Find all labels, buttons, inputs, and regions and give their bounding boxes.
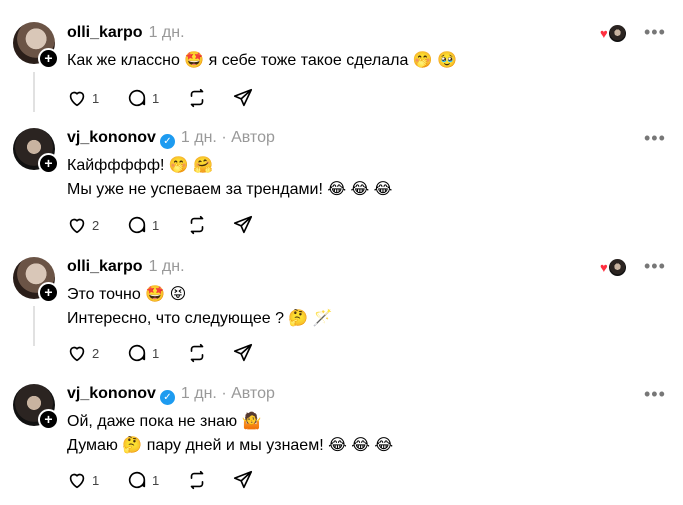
heart-icon <box>69 473 85 489</box>
post-actions: 2 1 <box>66 214 266 236</box>
author-label: · Автор <box>221 385 275 402</box>
thread-line <box>33 72 35 112</box>
repost-icon <box>190 343 204 363</box>
like-button[interactable]: 2 <box>66 342 99 364</box>
reply-button[interactable]: 1 <box>126 214 159 236</box>
username[interactable]: olli_karpo 1 дн. <box>67 24 185 42</box>
username-text[interactable]: vj_kononov <box>67 129 156 146</box>
heart-icon <box>69 91 85 107</box>
post-text-line: Интересно, что следующее ? 🤔 🪄 <box>67 310 333 327</box>
like-count: 1 <box>92 472 100 488</box>
share-button[interactable] <box>232 214 254 236</box>
follow-plus-icon[interactable]: + <box>38 282 59 303</box>
author-avatar-mini <box>608 24 627 43</box>
like-button[interactable]: 2 <box>66 214 99 236</box>
like-count: 1 <box>92 90 100 106</box>
reply-count: 1 <box>152 345 160 361</box>
author-avatar-mini <box>608 258 627 277</box>
repost-icon <box>190 88 204 108</box>
author-label: · Автор <box>221 129 275 146</box>
post-actions: 2 1 <box>66 342 266 364</box>
repost-icon <box>190 215 204 235</box>
comment-icon <box>128 89 146 107</box>
more-icon[interactable]: ••• <box>644 384 666 405</box>
more-icon[interactable]: ••• <box>644 22 666 43</box>
like-count: 2 <box>92 217 100 233</box>
reply-count: 1 <box>152 472 160 488</box>
repost-button[interactable] <box>186 87 208 109</box>
heart-icon: ♥ <box>600 260 608 275</box>
author-reaction: ♥ <box>600 24 627 43</box>
post-text-line: Кайффффф! 🤭 🤗 <box>67 157 214 174</box>
post-text-line: Думаю 🤔 пару дней и мы узнаем! 😂 😂 😂 <box>67 437 394 454</box>
heart-icon: ♥ <box>600 26 608 41</box>
send-icon <box>233 215 253 234</box>
username-text[interactable]: vj_kononov <box>67 385 156 402</box>
repost-button[interactable] <box>186 214 208 236</box>
like-button[interactable]: 1 <box>66 87 99 109</box>
username[interactable]: vj_kononov ✓ 1 дн. · Автор <box>67 385 275 405</box>
more-icon[interactable]: ••• <box>644 128 666 149</box>
heart-icon <box>69 346 85 362</box>
author-reaction: ♥ <box>600 258 627 277</box>
repost-button[interactable] <box>186 469 208 491</box>
post-actions: 1 1 <box>66 469 266 491</box>
heart-icon <box>69 218 85 234</box>
share-button[interactable] <box>232 342 254 364</box>
send-icon <box>233 88 253 107</box>
thread-line <box>33 306 35 346</box>
username-text[interactable]: olli_karpo <box>67 24 143 41</box>
timestamp[interactable]: 1 дн. <box>149 24 185 41</box>
post-actions: 1 1 <box>66 87 266 109</box>
post-text-line: Это точно 🤩 😝 <box>67 286 187 303</box>
post-text-line: Ой, даже пока не знаю 🤷 <box>67 413 262 430</box>
repost-icon <box>190 470 204 490</box>
send-icon <box>233 343 253 362</box>
like-count: 2 <box>92 345 100 361</box>
reply-button[interactable]: 1 <box>126 342 159 364</box>
reply-count: 1 <box>152 90 160 106</box>
comment-icon <box>128 471 146 489</box>
comment-icon <box>128 344 146 362</box>
post-text-line: Как же классно 🤩 я себе тоже такое сдела… <box>67 52 458 69</box>
repost-button[interactable] <box>186 342 208 364</box>
reply-button[interactable]: 1 <box>126 469 159 491</box>
username[interactable]: vj_kononov ✓ 1 дн. · Автор <box>67 129 275 149</box>
timestamp[interactable]: 1 дн. <box>181 385 217 402</box>
timestamp[interactable]: 1 дн. <box>149 258 185 275</box>
send-icon <box>233 470 253 489</box>
reply-button[interactable]: 1 <box>126 87 159 109</box>
follow-plus-icon[interactable]: + <box>38 48 59 69</box>
more-icon[interactable]: ••• <box>644 256 666 277</box>
like-button[interactable]: 1 <box>66 469 99 491</box>
share-button[interactable] <box>232 87 254 109</box>
username[interactable]: olli_karpo 1 дн. <box>67 258 185 276</box>
share-button[interactable] <box>232 469 254 491</box>
post-text-line: Мы уже не успеваем за трендами! 😂 😂 😂 <box>67 181 393 198</box>
reply-count: 1 <box>152 217 160 233</box>
verified-badge-icon: ✓ <box>159 134 175 149</box>
timestamp[interactable]: 1 дн. <box>181 129 217 146</box>
username-text[interactable]: olli_karpo <box>67 258 143 275</box>
follow-plus-icon[interactable]: + <box>38 409 59 430</box>
follow-plus-icon[interactable]: + <box>38 153 59 174</box>
verified-badge-icon: ✓ <box>159 390 175 405</box>
comment-icon <box>128 216 146 234</box>
